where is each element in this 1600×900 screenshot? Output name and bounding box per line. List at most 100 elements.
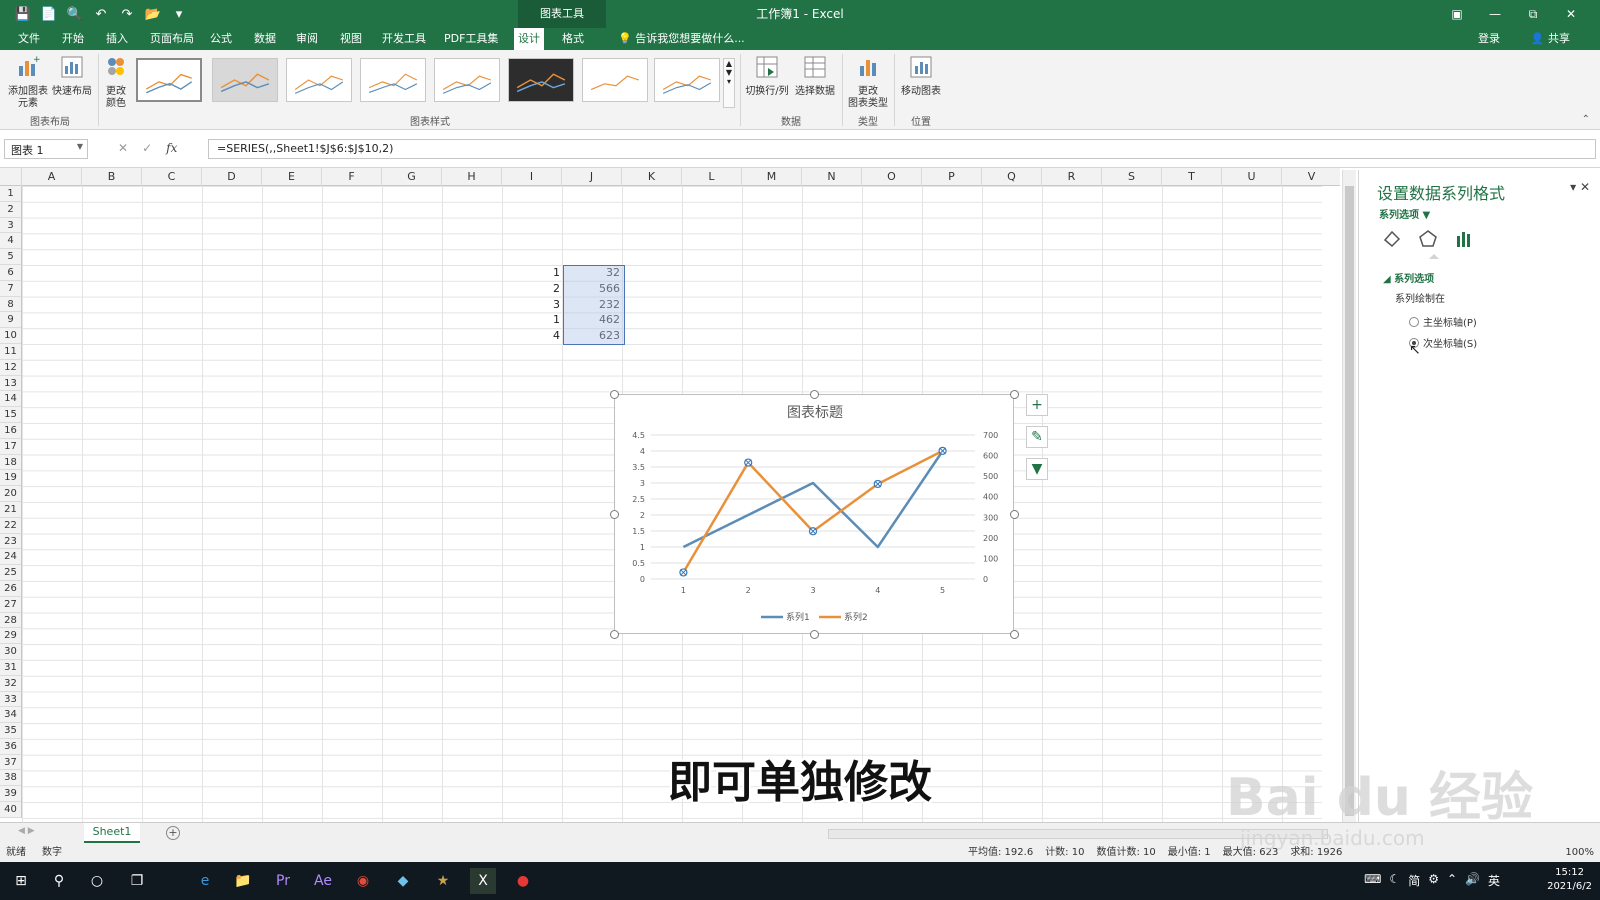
tab-10[interactable]: 设计 [514, 28, 544, 50]
customize-qat-icon[interactable]: ▾ [168, 4, 190, 24]
move-chart-button[interactable]: 移动图表 [896, 54, 946, 98]
chart-style-5[interactable] [434, 58, 500, 102]
resize-handle[interactable] [810, 630, 819, 639]
chart-filter-icon[interactable]: ▼ [1026, 458, 1048, 480]
column-header[interactable]: J [562, 168, 622, 186]
resize-handle[interactable] [610, 390, 619, 399]
column-header[interactable]: R [1042, 168, 1102, 186]
column-header[interactable]: T [1162, 168, 1222, 186]
column-header[interactable]: B [82, 168, 142, 186]
sheet-tab[interactable]: Sheet1 [84, 823, 140, 843]
recorder-icon[interactable]: ● [510, 868, 536, 894]
quick-layout-button[interactable]: 快速布局 [50, 54, 94, 98]
effects-pentagon-icon[interactable] [1417, 228, 1439, 250]
vertical-scrollbar[interactable] [1342, 170, 1356, 822]
row-header[interactable]: 4 [0, 233, 21, 250]
column-header[interactable]: M [742, 168, 802, 186]
row-header[interactable]: 29 [0, 628, 21, 645]
file-explorer-icon[interactable]: 📁 [230, 868, 256, 894]
row-header[interactable]: 17 [0, 439, 21, 455]
row-header[interactable]: 37 [0, 755, 21, 771]
cell-i[interactable]: 1 [502, 265, 560, 281]
chart-style-7[interactable] [582, 58, 648, 102]
resize-handle[interactable] [610, 510, 619, 519]
add-sheet-icon[interactable]: + [166, 826, 180, 840]
row-header[interactable]: 9 [0, 312, 21, 329]
cell-i[interactable]: 1 [502, 312, 560, 328]
volume-icon[interactable]: 🔊 [1465, 872, 1480, 889]
moon-icon[interactable]: ☾ [1389, 872, 1400, 889]
cancel-icon[interactable]: ✕ [118, 141, 128, 155]
row-header[interactable]: 7 [0, 281, 21, 297]
close-icon[interactable]: ✕ [1552, 0, 1590, 28]
row-header[interactable]: 21 [0, 502, 21, 518]
row-header[interactable]: 24 [0, 549, 21, 566]
chrome-icon[interactable]: ◉ [350, 868, 376, 894]
row-header[interactable]: 3 [0, 218, 21, 234]
row-header[interactable]: 26 [0, 581, 21, 597]
resize-handle[interactable] [1010, 390, 1019, 399]
undo-icon[interactable]: ↶ [90, 4, 112, 24]
series-options-dropdown[interactable]: 系列选项 ▼ [1379, 206, 1430, 221]
resize-handle[interactable] [810, 390, 819, 399]
row-header[interactable]: 34 [0, 707, 21, 724]
column-header[interactable]: V [1282, 168, 1340, 186]
ime-lang[interactable]: 简 [1408, 872, 1420, 889]
app-icon[interactable]: ★ [430, 868, 456, 894]
style-gallery-scroll[interactable]: ▲ ▼ ▾ [723, 58, 735, 108]
collapse-ribbon-icon[interactable]: ⌃ [1582, 114, 1590, 125]
tab-5[interactable]: 数据 [250, 28, 280, 50]
resize-handle[interactable] [1010, 630, 1019, 639]
resize-handle[interactable] [610, 630, 619, 639]
ribbon-display-icon[interactable]: ▣ [1438, 0, 1476, 28]
chart-style-4[interactable] [360, 58, 426, 102]
search-icon[interactable]: ⚲ [46, 868, 72, 894]
row-header[interactable]: 31 [0, 660, 21, 676]
row-header[interactable]: 38 [0, 770, 21, 787]
switch-row-column-button[interactable]: 切换行/列 [744, 54, 790, 98]
settings-icon[interactable]: ⚙ [1428, 872, 1439, 889]
row-header[interactable]: 19 [0, 470, 21, 487]
select-data-button[interactable]: 选择数据 [792, 54, 838, 98]
column-header[interactable]: E [262, 168, 322, 186]
row-header[interactable]: 14 [0, 391, 21, 408]
panel-close-icon[interactable]: ✕ [1580, 180, 1590, 194]
cell-i[interactable]: 2 [502, 281, 560, 297]
tab-2[interactable]: 插入 [102, 28, 132, 50]
row-header[interactable]: 10 [0, 328, 21, 344]
column-header[interactable]: S [1102, 168, 1162, 186]
resize-handle[interactable] [1010, 510, 1019, 519]
select-all-corner[interactable] [0, 168, 22, 186]
keyboard-icon[interactable]: ⌨ [1364, 872, 1381, 889]
tab-6[interactable]: 审阅 [292, 28, 322, 50]
tab-7[interactable]: 视图 [336, 28, 366, 50]
row-header[interactable]: 36 [0, 739, 21, 755]
row-header[interactable]: 5 [0, 249, 21, 265]
print-preview-icon[interactable]: 🔍 [64, 4, 86, 24]
after-effects-icon[interactable]: Ae [310, 868, 336, 894]
name-box[interactable]: 图表 1 ▼ [4, 139, 88, 159]
column-header[interactable]: G [382, 168, 442, 186]
row-header[interactable]: 8 [0, 297, 21, 313]
tab-3[interactable]: 页面布局 [146, 28, 198, 50]
column-header[interactable]: F [322, 168, 382, 186]
task-view-icon[interactable]: ❐ [124, 868, 150, 894]
primary-axis-radio[interactable] [1409, 316, 1419, 327]
primary-axis-option[interactable]: 主坐标轴(P) [1409, 314, 1477, 329]
row-header[interactable]: 39 [0, 786, 21, 803]
row-header[interactable]: 2 [0, 202, 21, 218]
row-header[interactable]: 1 [0, 186, 21, 202]
column-header[interactable]: N [802, 168, 862, 186]
column-header[interactable]: O [862, 168, 922, 186]
taskbar-clock[interactable]: 15:12 2021/6/2 [1547, 866, 1592, 894]
row-header[interactable]: 32 [0, 676, 21, 692]
chart-style-3[interactable] [286, 58, 352, 102]
save-icon[interactable]: 💾 [12, 4, 34, 24]
tell-me-search[interactable]: 💡 告诉我您想要做什么... [618, 28, 745, 50]
chart-style-6[interactable] [508, 58, 574, 102]
windows-start-icon[interactable]: ⊞ [8, 868, 34, 894]
tab-0[interactable]: 文件 [14, 28, 44, 50]
column-header[interactable]: K [622, 168, 682, 186]
line-chart[interactable]: 图表标题 0 0.5 1 1.5 2 2.5 3 3.5 4 4.5 0 100 200 300 400 500… [614, 394, 1014, 634]
column-header[interactable]: Q [982, 168, 1042, 186]
